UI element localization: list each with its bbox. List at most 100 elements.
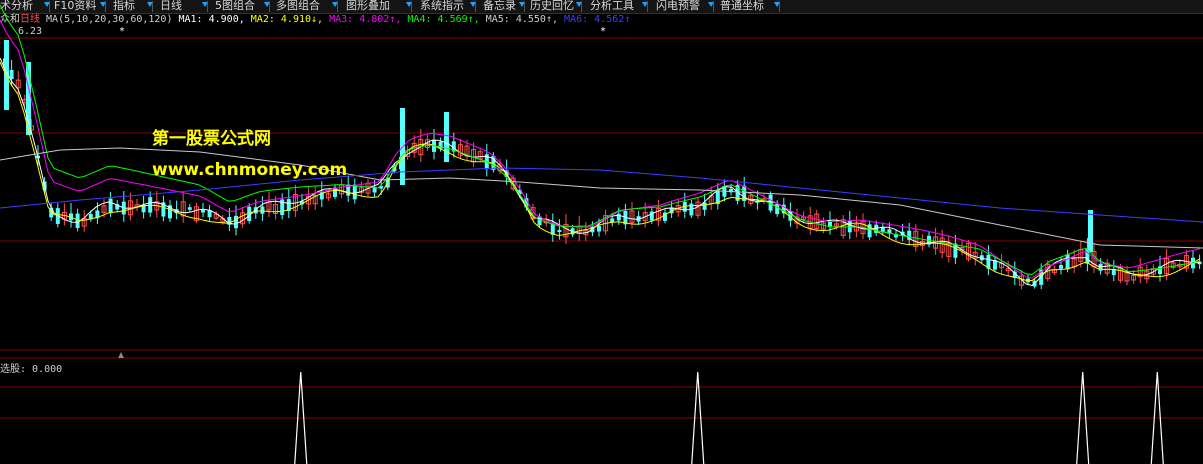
candle-body <box>55 208 60 224</box>
candle-body <box>292 194 298 211</box>
ma4-value: 4.569↑, <box>437 14 480 25</box>
indicator-label: 选股: 0.000 <box>0 364 63 375</box>
candle-body <box>418 138 424 156</box>
candle-body <box>543 219 549 224</box>
candle-body <box>689 203 694 216</box>
toolbar-item-0[interactable]: 术分析 <box>0 0 33 13</box>
candle-body <box>781 204 786 214</box>
candle-body <box>497 163 503 172</box>
candle-body <box>227 217 232 225</box>
candle-body <box>1012 271 1017 279</box>
candle-body <box>411 142 417 153</box>
toolbar-separator <box>647 1 648 12</box>
candle-body <box>333 187 337 197</box>
toolbar-separator <box>49 1 50 12</box>
toolbar-item-7[interactable]: 系统指示 <box>420 0 464 13</box>
candle-body <box>623 210 628 225</box>
candle-body <box>405 150 411 157</box>
toolbar-item-10[interactable]: 分析工具 <box>590 0 634 13</box>
toolbar-item-1[interactable]: F10资料 <box>54 0 96 13</box>
toolbar-item-6[interactable]: 图形叠加 <box>346 0 390 13</box>
candle-body <box>828 221 832 228</box>
toolbar-item-3[interactable]: 日线 <box>160 0 182 13</box>
candle-body <box>61 212 67 220</box>
ma6-label: MA6: <box>564 14 589 25</box>
ma3-line <box>0 19 1201 279</box>
toolbar-item-11[interactable]: 闪电预警 <box>656 0 700 13</box>
candle-body <box>379 186 384 189</box>
candle-body <box>115 204 120 210</box>
candle-body <box>847 220 852 233</box>
toolbar-item-12[interactable]: 普通坐标 <box>720 0 764 13</box>
toolbar: 术分析 F10资料 指标 日线 5图组合 多图组合 图形叠加 系统指示 备忘录 历史回忆 分析工具 闪… <box>0 0 1203 14</box>
candle-body <box>424 139 430 149</box>
candle-body <box>187 207 192 210</box>
candle-body <box>346 184 351 196</box>
candle-body <box>1091 251 1097 268</box>
candle-body <box>874 224 879 233</box>
candle-body <box>663 212 667 221</box>
ma2-label: MA2: <box>250 14 275 25</box>
candle-body <box>3 58 7 69</box>
candle-body <box>642 212 648 222</box>
candle-body <box>814 213 820 230</box>
toolbar-separator <box>269 1 270 12</box>
candle-body <box>220 218 226 223</box>
price-chart[interactable]: * * <box>0 0 1203 464</box>
candle-body <box>306 195 312 205</box>
candle-body <box>999 262 1005 269</box>
candle-body <box>444 112 449 162</box>
ma1-value: 4.900, <box>208 14 245 25</box>
candle-body <box>1183 255 1189 269</box>
candle-body <box>583 230 589 236</box>
candle-body <box>127 200 133 216</box>
candle-body <box>312 195 318 205</box>
toolbar-item-2[interactable]: 指标 <box>113 0 135 13</box>
candle-body <box>432 139 436 152</box>
candle-body <box>42 181 47 190</box>
candle-body <box>530 207 536 220</box>
toolbar-separator <box>337 1 338 12</box>
candle-body <box>491 155 496 170</box>
signal-spike <box>294 371 308 464</box>
candle-body <box>880 226 885 233</box>
candle-body <box>1131 274 1137 281</box>
candle-body <box>742 185 747 201</box>
candle-body <box>174 209 179 214</box>
candle-body <box>457 144 463 156</box>
candle-body <box>253 207 258 214</box>
toolbar-item-5[interactable]: 多图组合 <box>276 0 320 13</box>
candle-body <box>325 193 331 199</box>
toolbar-item-4[interactable]: 5图组合 <box>215 0 255 13</box>
candle-body <box>887 229 892 234</box>
watermark-url: www.chnmoney.com <box>152 160 348 180</box>
period-label[interactable]: 日线 <box>20 14 40 25</box>
candle-body <box>715 190 720 205</box>
candle-body <box>9 69 14 80</box>
candle-body <box>939 237 945 253</box>
candle-body <box>695 201 701 216</box>
candle-body <box>141 204 146 213</box>
candle-body <box>722 185 727 197</box>
candle-body <box>1158 266 1162 275</box>
toolbar-separator <box>411 1 412 12</box>
toolbar-separator <box>105 1 106 12</box>
candle-body <box>247 206 252 222</box>
candle-body <box>894 233 898 238</box>
candle-body <box>207 210 212 218</box>
candle-body <box>22 99 28 104</box>
star-marker: * <box>600 26 606 37</box>
toolbar-item-9[interactable]: 历史回忆 <box>530 0 574 13</box>
candle-body <box>1085 248 1090 264</box>
candle-body <box>788 210 793 221</box>
toolbar-item-8[interactable]: 备忘录 <box>483 0 516 13</box>
toolbar-separator <box>152 1 153 12</box>
candle-body <box>655 208 661 221</box>
ma5-label: MA5: <box>485 14 510 25</box>
signal-spike <box>1150 371 1164 464</box>
candle-body <box>400 108 405 185</box>
candle-body <box>1197 261 1202 265</box>
candle-body <box>1164 258 1170 275</box>
toolbar-separator <box>524 1 525 12</box>
candle-body <box>286 199 291 211</box>
